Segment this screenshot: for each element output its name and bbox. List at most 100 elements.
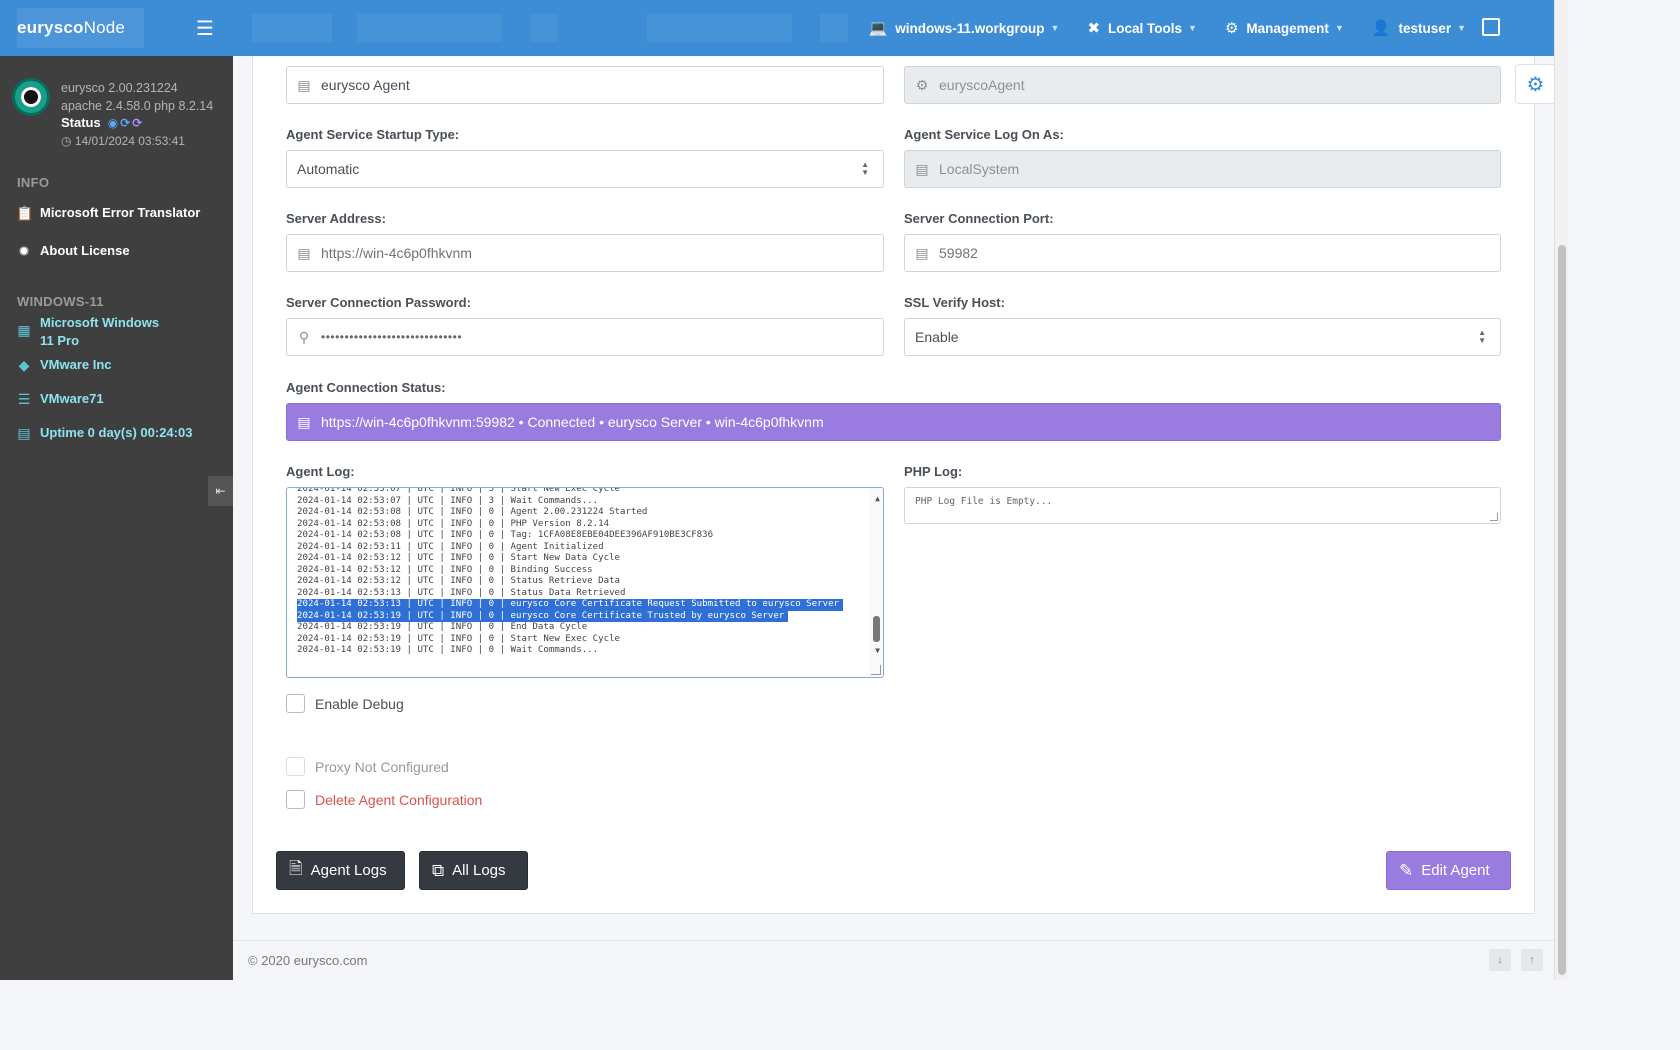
sidebar-item-error-translator[interactable]: 📋 Microsoft Error Translator bbox=[16, 205, 221, 222]
server-port-value: 59982 bbox=[939, 245, 978, 261]
os-line1: Microsoft Windows bbox=[40, 315, 160, 330]
footer: © 2020 eurysco.com ↓ ↑ bbox=[233, 940, 1554, 980]
datetime-text: 14/01/2024 03:53:41 bbox=[74, 134, 185, 148]
sidebar-collapse-icon[interactable]: ⇤ bbox=[208, 476, 233, 506]
password-label: Server Connection Password: bbox=[286, 295, 471, 310]
sidebar-item-label: About License bbox=[40, 243, 130, 258]
clipboard-icon: 📋 bbox=[16, 205, 34, 221]
all-logs-button[interactable]: ⧉ All Logs bbox=[419, 851, 528, 890]
log-line-text: 2024-01-14 02:53:19 | UTC | INFO | 0 | E… bbox=[297, 622, 588, 632]
server-upload-icon: ▤ bbox=[297, 244, 311, 261]
resize-grip-icon[interactable] bbox=[1490, 513, 1498, 521]
status-icons: ◉⟳⟳ bbox=[107, 115, 145, 130]
windows-icon: ▦ bbox=[17, 322, 31, 338]
scroll-up-icon[interactable]: ▲ bbox=[875, 494, 880, 503]
agent-logs-button[interactable]: 🗎 Agent Logs bbox=[276, 851, 405, 890]
agent-log-label: Agent Log: bbox=[286, 464, 355, 479]
sidebar-item-about-license[interactable]: ✹ About License bbox=[16, 243, 221, 260]
ssl-label: SSL Verify Host: bbox=[904, 295, 1005, 310]
sidebar-item-uptime[interactable]: ▤ Uptime 0 day(s) 00:24:03 bbox=[16, 425, 221, 442]
agent-log-textarea[interactable]: 2024-01-14 02:53:07 | UTC | INFO | 3 | S… bbox=[286, 487, 884, 678]
sidebar-item-label: VMware71 bbox=[40, 391, 104, 406]
sidebar-item-model[interactable]: ☰ VMware71 bbox=[16, 391, 221, 408]
log-scrollbar[interactable]: ▲ ▼ bbox=[869, 488, 883, 677]
settings-gear-icon[interactable]: ⚙ bbox=[1515, 64, 1555, 104]
network-icon: ▤ bbox=[915, 244, 929, 261]
tag-icon: ◆ bbox=[18, 357, 30, 373]
footer-copyright: © 2020 eurysco.com bbox=[248, 953, 368, 968]
sidebar-item-vendor[interactable]: ◆ VMware Inc bbox=[16, 357, 221, 374]
sidebar-item-label: Uptime 0 day(s) 00:24:03 bbox=[40, 425, 193, 440]
server-port-input[interactable]: ▤ 59982 bbox=[904, 234, 1501, 272]
caret-down-icon: ▼ bbox=[1050, 23, 1060, 33]
ssl-verify-select[interactable]: Enable ▲ ▼ bbox=[904, 318, 1501, 356]
log-line-text: 2024-01-14 02:53:12 | UTC | INFO | 0 | S… bbox=[297, 553, 621, 563]
nav-placeholder bbox=[530, 14, 558, 42]
log-line: 2024-01-14 02:53:19 | UTC | INFO | 0 | E… bbox=[297, 622, 843, 634]
datetime: ◷ 14/01/2024 03:53:41 bbox=[61, 134, 231, 148]
cogs-icon: ⚙ bbox=[1224, 20, 1239, 37]
nav-user-label: testuser bbox=[1398, 20, 1452, 36]
nav-host-label: windows-11.workgroup bbox=[895, 20, 1045, 36]
sidebar: eurysco 2.00.231224 apache 2.4.58.0 php … bbox=[0, 56, 233, 980]
server-address-label: Server Address: bbox=[286, 211, 386, 226]
display-name-input[interactable]: ▤ eurysco Agent bbox=[286, 66, 884, 104]
section-host: WINDOWS-11 bbox=[17, 294, 104, 309]
nav-local-tools-menu[interactable]: ✖ Local Tools ▼ bbox=[1073, 0, 1211, 56]
caret-down-icon: ▼ bbox=[1188, 23, 1197, 33]
version-info: eurysco 2.00.231224 apache 2.4.58.0 php … bbox=[61, 79, 231, 115]
proxy-checkbox: Proxy Not Configured bbox=[286, 757, 449, 776]
resize-grip-icon[interactable] bbox=[871, 665, 881, 675]
tools-icon: ✖ bbox=[1087, 20, 1101, 37]
nav-placeholder bbox=[820, 14, 848, 42]
page-scrollbar[interactable] bbox=[1554, 0, 1568, 980]
select-arrows-icon: ▲ ▼ bbox=[861, 160, 869, 177]
gear-icon: ⚙ bbox=[915, 76, 929, 93]
page-scroll-thumb[interactable] bbox=[1558, 245, 1566, 975]
nav-user-menu[interactable]: 👤 testuser ▼ bbox=[1358, 0, 1480, 56]
all-logs-label: All Logs bbox=[452, 862, 506, 879]
sidebar-item-label: Microsoft Error Translator bbox=[40, 205, 201, 220]
nav-host-menu[interactable]: 💻 windows-11.workgroup ▼ bbox=[855, 0, 1074, 56]
connection-status-bar: ▤ https://win-4c6p0fhkvnm:59982 • Connec… bbox=[286, 403, 1501, 441]
proxy-label: Proxy Not Configured bbox=[315, 758, 449, 775]
scroll-bottom-icon[interactable]: ↓ bbox=[1489, 949, 1511, 971]
log-line-text: 2024-01-14 02:53:08 | UTC | INFO | 0 | A… bbox=[297, 507, 648, 517]
log-line: 2024-01-14 02:53:12 | UTC | INFO | 0 | S… bbox=[297, 576, 843, 588]
checkbox-box[interactable] bbox=[286, 694, 305, 713]
certificate-icon: ✹ bbox=[18, 243, 30, 259]
password-input[interactable]: ⚲ •••••••••••••••••••••••••••••• bbox=[286, 318, 884, 356]
edit-agent-label: Edit Agent bbox=[1421, 862, 1490, 879]
scroll-down-icon[interactable]: ▼ bbox=[875, 646, 880, 655]
checkbox-box[interactable] bbox=[286, 790, 305, 809]
menu-toggle-icon[interactable]: ☰ bbox=[190, 17, 220, 40]
delete-config-checkbox[interactable]: Delete Agent Configuration bbox=[286, 790, 482, 809]
log-line: 2024-01-14 02:53:07 | UTC | INFO | 3 | W… bbox=[297, 496, 843, 508]
startup-type-select[interactable]: Automatic ▲ ▼ bbox=[286, 150, 884, 188]
php-log-textarea[interactable]: PHP Log File is Empty... bbox=[904, 487, 1501, 524]
brand-logo[interactable]: euryscoNode bbox=[17, 8, 144, 48]
server-address-input[interactable]: ▤ https://win-4c6p0fhkvnm bbox=[286, 234, 884, 272]
enable-debug-checkbox[interactable]: Enable Debug bbox=[286, 694, 404, 713]
log-line: 2024-01-14 02:53:12 | UTC | INFO | 0 | B… bbox=[297, 565, 843, 577]
log-line: 2024-01-14 02:53:19 | UTC | INFO | 0 | S… bbox=[297, 634, 843, 646]
startup-type-value: Automatic bbox=[297, 161, 360, 177]
edit-icon: ✎ bbox=[1399, 860, 1414, 880]
service-name-input: ⚙ euryscoAgent bbox=[904, 66, 1501, 104]
log-line-text: 2024-01-14 02:53:08 | UTC | INFO | 0 | P… bbox=[297, 518, 610, 529]
copy-icon: ⧉ bbox=[432, 860, 445, 880]
scroll-thumb[interactable] bbox=[873, 616, 880, 642]
top-navbar: euryscoNode ☰ 💻 windows-11.workgroup ▼ ✖… bbox=[0, 0, 1554, 56]
user-icon: 👤 bbox=[1371, 20, 1391, 37]
select-arrows-icon: ▲ ▼ bbox=[1478, 328, 1486, 345]
delete-config-label: Delete Agent Configuration bbox=[315, 791, 483, 808]
edit-agent-button[interactable]: ✎ Edit Agent bbox=[1386, 851, 1511, 890]
sidebar-item-os[interactable]: ▦ Microsoft Windows 11 Pro bbox=[16, 314, 221, 350]
status-label: Status bbox=[61, 115, 101, 130]
log-line-text: 2024-01-14 02:53:11 | UTC | INFO | 0 | A… bbox=[297, 541, 604, 552]
clock-icon: ◷ bbox=[61, 134, 72, 148]
nav-management-menu[interactable]: ⚙ Management ▼ bbox=[1211, 0, 1358, 56]
fullscreen-icon[interactable] bbox=[1482, 18, 1500, 36]
scroll-top-icon[interactable]: ↑ bbox=[1521, 949, 1543, 971]
log-line-text: 2024-01-14 02:53:12 | UTC | INFO | 0 | B… bbox=[297, 564, 593, 575]
